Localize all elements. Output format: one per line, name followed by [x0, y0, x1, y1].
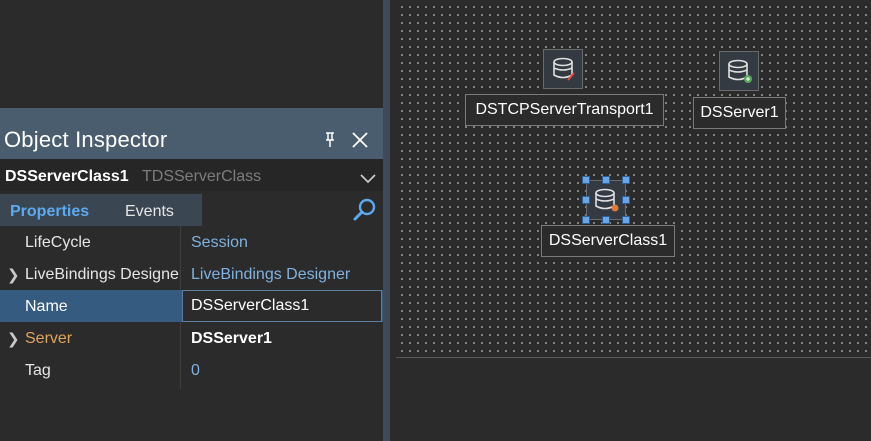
- component-label[interactable]: DSTCPServerTransport1: [465, 94, 664, 126]
- component-label[interactable]: DSServer1: [693, 97, 786, 129]
- pin-icon[interactable]: [320, 130, 340, 150]
- chevron-down-icon[interactable]: [360, 171, 376, 184]
- component-label[interactable]: DSServerClass1: [541, 225, 675, 257]
- property-name: Name: [25, 298, 68, 315]
- object-inspector: Object Inspector DSServerClass1 TDSServe…: [0, 108, 383, 441]
- resize-handle[interactable]: [582, 216, 590, 224]
- property-name: LifeCycle: [25, 234, 91, 251]
- property-value[interactable]: Session: [191, 234, 248, 252]
- property-name: Tag: [25, 362, 51, 379]
- resize-handle[interactable]: [602, 176, 610, 184]
- designer-bottom-area: [396, 358, 871, 441]
- form-designer[interactable]: DSTCPServerTransport1 DSServer1 DSServer…: [396, 0, 871, 358]
- property-value[interactable]: DSServer1: [191, 330, 272, 348]
- selected-object-name: DSServerClass1: [5, 168, 129, 185]
- resize-handle[interactable]: [602, 216, 610, 224]
- property-row-livebindings[interactable]: ❯ LiveBindings Designer LiveBindings Des…: [0, 258, 383, 290]
- property-row-server[interactable]: ❯ Server DSServer1: [0, 322, 383, 354]
- search-icon[interactable]: [352, 197, 378, 223]
- property-value[interactable]: LiveBindings Designer: [191, 266, 350, 284]
- chevron-right-icon[interactable]: ❯: [7, 330, 20, 348]
- inspector-title: Object Inspector: [4, 127, 168, 152]
- property-name: LiveBindings Designer: [25, 266, 180, 283]
- tab-properties[interactable]: Properties: [0, 194, 111, 226]
- selected-object-type: TDSServerClass: [142, 168, 262, 185]
- property-row-tag[interactable]: Tag 0: [0, 354, 383, 386]
- chevron-right-icon[interactable]: ❯: [7, 266, 20, 284]
- name-value-input[interactable]: DSServerClass1: [182, 290, 382, 322]
- database-server-icon[interactable]: [719, 51, 759, 91]
- inspector-title-bar: Object Inspector: [0, 108, 383, 159]
- object-selector[interactable]: DSServerClass1 TDSServerClass: [0, 159, 383, 191]
- inspector-tabs: Properties Events: [0, 194, 383, 226]
- database-class-icon[interactable]: [586, 180, 626, 220]
- close-icon[interactable]: [348, 128, 372, 152]
- property-row-lifecycle[interactable]: LifeCycle Session: [0, 226, 383, 258]
- resize-handle[interactable]: [622, 196, 630, 204]
- top-left-panel: [0, 0, 383, 108]
- resize-handle[interactable]: [622, 216, 630, 224]
- property-row-name[interactable]: Name DSServerClass1: [0, 290, 383, 322]
- tab-events[interactable]: Events: [111, 194, 202, 226]
- resize-handle[interactable]: [582, 196, 590, 204]
- name-value-text: DSServerClass1: [191, 297, 310, 314]
- property-value[interactable]: 0: [191, 362, 200, 380]
- resize-handle[interactable]: [582, 176, 590, 184]
- database-transport-icon[interactable]: [543, 49, 583, 89]
- resize-handle[interactable]: [622, 176, 630, 184]
- property-name: Server: [25, 330, 73, 347]
